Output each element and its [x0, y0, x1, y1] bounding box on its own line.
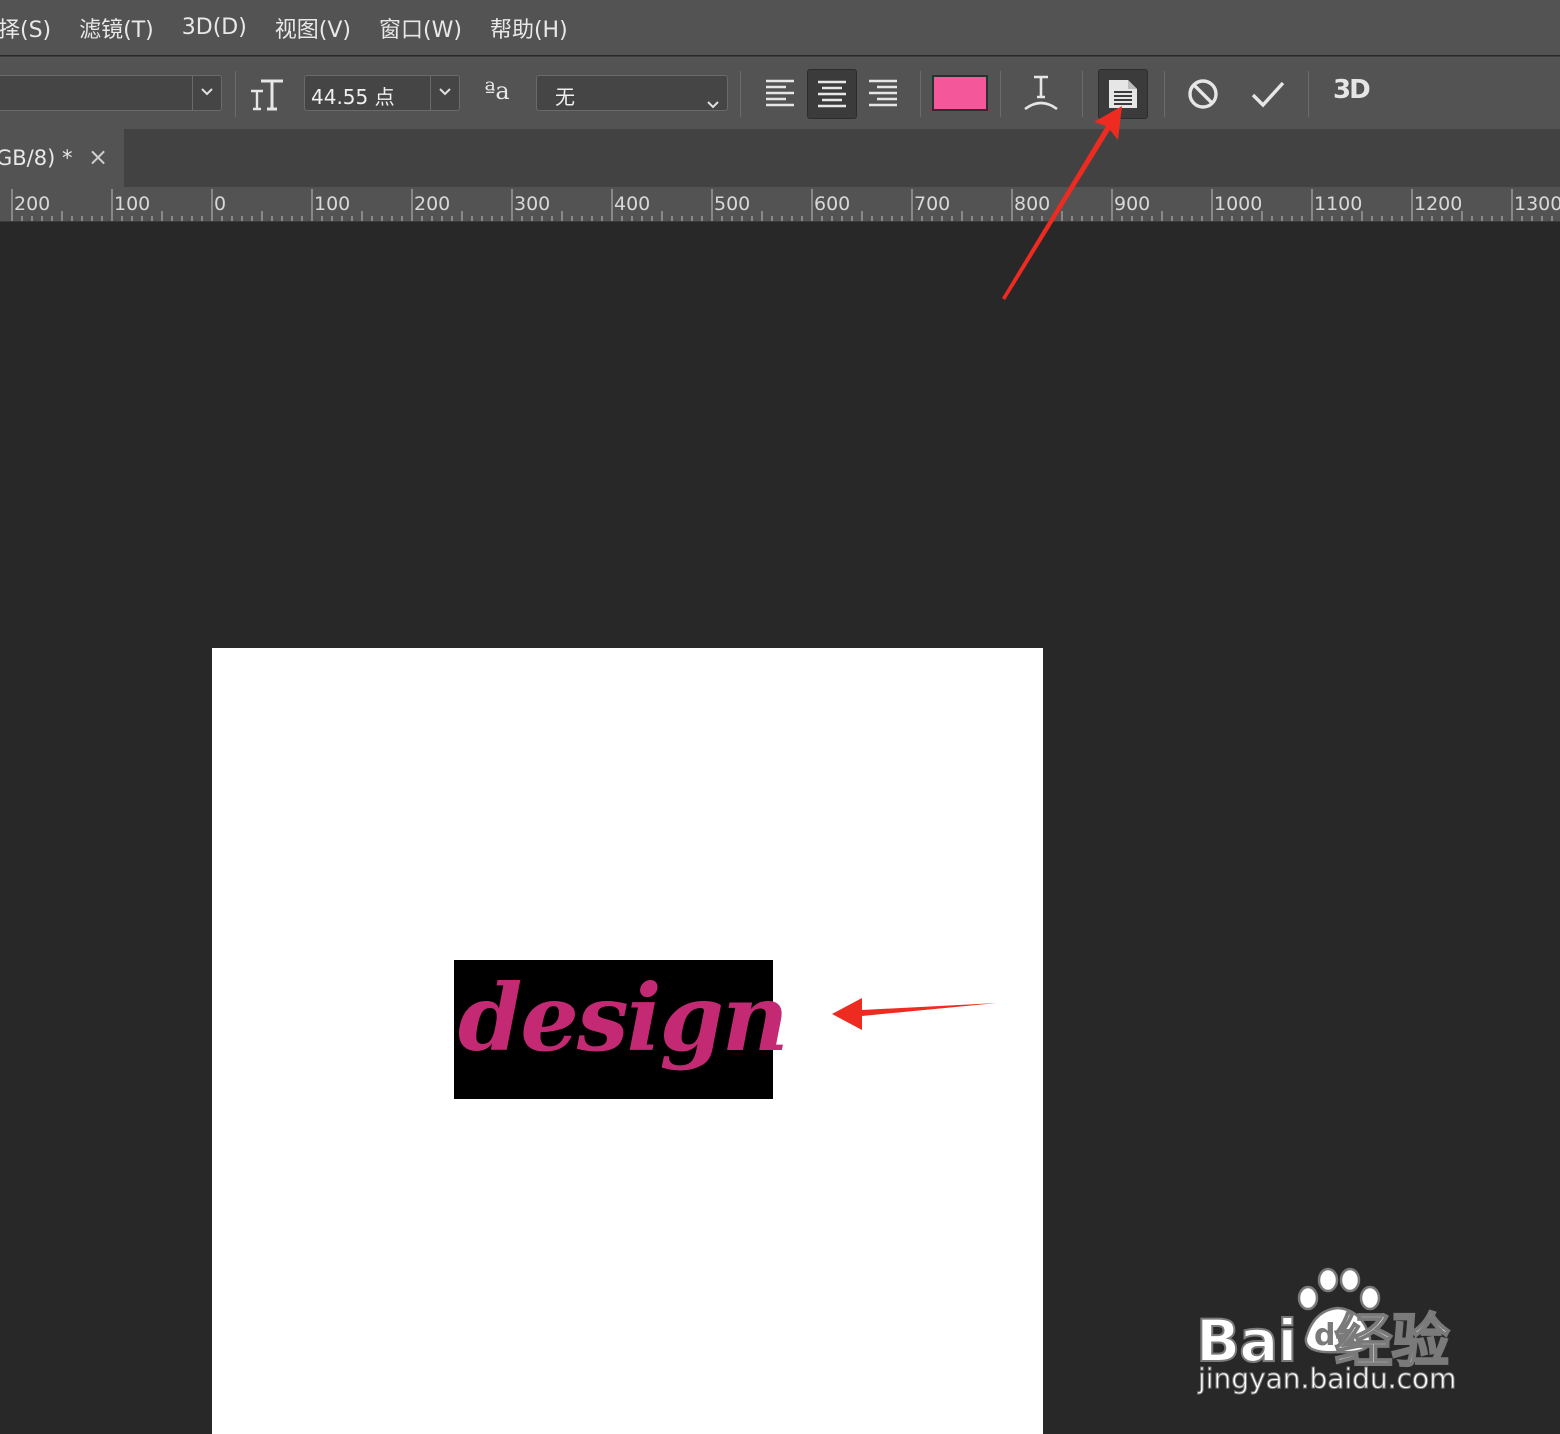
menu-view[interactable]: 视图(V) [275, 12, 351, 44]
baidu-jingyan-watermark: du Bai 经验 jingyan.baidu.com [1195, 1262, 1486, 1402]
font-style-select[interactable] [0, 75, 222, 111]
ruler-label: 500 [714, 193, 751, 215]
separator [235, 71, 236, 117]
align-right-icon[interactable] [867, 77, 899, 113]
ruler-label: 800 [1014, 193, 1051, 215]
ruler-label: 200 [414, 193, 451, 215]
separator [1000, 71, 1001, 117]
watermark-url: jingyan.baidu.com [1197, 1362, 1457, 1396]
warp-text-icon[interactable] [1022, 73, 1060, 117]
font-size-icon [249, 77, 285, 115]
character-panel-toggle-button[interactable] [1098, 69, 1148, 119]
antialias-select[interactable]: 无 [536, 75, 728, 111]
ruler-label: 200 [14, 193, 51, 215]
cancel-icon[interactable] [1186, 77, 1220, 115]
font-size-select[interactable]: 44.55 点 [304, 75, 460, 111]
ruler-label: 600 [814, 193, 851, 215]
document-tab[interactable]: GB/8) * × [0, 129, 124, 187]
ruler-label: 1300 [1514, 193, 1560, 215]
menu-select[interactable]: 择(S) [0, 12, 51, 44]
commit-check-icon[interactable] [1250, 77, 1286, 115]
text-color-swatch[interactable] [932, 75, 988, 111]
menu-help[interactable]: 帮助(H) [490, 12, 568, 44]
ruler-label: 300 [514, 193, 551, 215]
separator [1164, 71, 1165, 117]
ruler-label: 100 [314, 193, 351, 215]
document-canvas[interactable]: design [212, 648, 1043, 1434]
separator [1082, 71, 1083, 117]
menu-bar: 择(S) 滤镜(T) 3D(D) 视图(V) 窗口(W) 帮助(H) [0, 0, 1560, 55]
ruler-label: 900 [1114, 193, 1151, 215]
ruler-label: 1000 [1214, 193, 1263, 215]
design-text[interactable]: design [458, 968, 789, 1068]
horizontal-ruler[interactable]: 200 100 0 100 200 300 400 500 600 700 800 900 1000 11… [0, 187, 1560, 222]
menu-3d[interactable]: 3D(D) [182, 15, 247, 40]
swatch-fill [934, 77, 986, 109]
close-icon[interactable]: × [88, 143, 108, 171]
antialias-value: 无 [555, 85, 575, 109]
ruler-label: 1200 [1414, 193, 1463, 215]
align-left-icon[interactable] [764, 77, 796, 113]
ruler-label: 0 [214, 193, 227, 215]
ruler-label: 400 [614, 193, 651, 215]
separator [740, 71, 741, 117]
selected-text-layer[interactable]: design [454, 960, 789, 1099]
canvas-area[interactable]: design [0, 222, 1560, 1434]
ruler-label: 100 [114, 193, 151, 215]
chevron-down-icon [430, 76, 459, 110]
separator [1308, 71, 1309, 117]
ruler-label: 1100 [1314, 193, 1363, 215]
menu-filter[interactable]: 滤镜(T) [79, 12, 154, 44]
chevron-down-icon [707, 90, 719, 114]
chevron-down-icon [192, 76, 221, 110]
align-center-icon[interactable] [807, 69, 857, 119]
document-tab-bar: GB/8) * × [0, 129, 1560, 187]
menu-window[interactable]: 窗口(W) [379, 12, 462, 44]
panel-icon [1109, 80, 1137, 108]
antialias-icon: ªa [484, 77, 510, 105]
separator [920, 71, 921, 117]
font-size-value: 44.55 点 [311, 85, 395, 109]
options-bar: 44.55 点 ªa 无 3D [0, 56, 1560, 130]
ruler-label: 700 [914, 193, 951, 215]
document-tab-title: GB/8) * [0, 146, 73, 170]
3d-button[interactable]: 3D [1333, 75, 1371, 105]
